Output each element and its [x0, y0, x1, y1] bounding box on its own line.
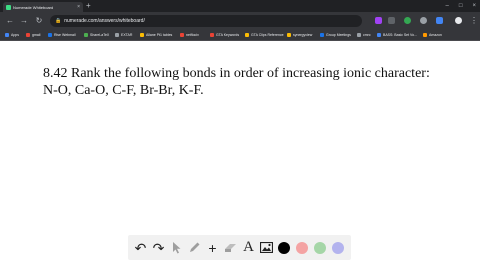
- extension-icon[interactable]: [375, 17, 382, 24]
- bookmark-icon: [320, 33, 324, 37]
- tab-title: Numerade Whiteboard: [13, 4, 54, 10]
- color-purple-swatch[interactable]: [332, 242, 344, 254]
- bookmark-icon: [140, 33, 144, 37]
- bookmark-gta-clips[interactable]: GTA Clips Reference: [245, 31, 284, 39]
- bookmark-synergyview[interactable]: synergyview: [287, 31, 312, 39]
- url-text[interactable]: numerade.com/answers/whiteboard/: [64, 18, 145, 24]
- image-icon[interactable]: [259, 240, 274, 255]
- bookmark-icon: [180, 33, 184, 37]
- profile-avatar[interactable]: [455, 17, 462, 24]
- bookmark-gta-keywords[interactable]: GTA Keywords: [210, 31, 239, 39]
- new-tab-button[interactable]: +: [86, 1, 91, 11]
- bookmark-tables[interactable]: Allane Pt1 tables: [140, 31, 172, 39]
- browser-tab[interactable]: Numerade Whiteboard ×: [3, 2, 83, 12]
- bookmarks-bar: Apps gmail Rise Webmail ShareLaTeX EXTAR…: [0, 30, 480, 41]
- whiteboard-toolbar: ↶ ↷ + A: [128, 235, 351, 260]
- pointer-icon[interactable]: [169, 240, 184, 255]
- window-controls: – □ ×: [446, 0, 476, 12]
- tab-bar: Numerade Whiteboard × + – □ ×: [0, 0, 480, 12]
- bookmark-icon: [377, 33, 381, 37]
- bookmark-rise-webmail[interactable]: Rise Webmail: [48, 31, 76, 39]
- bookmark-netflociv[interactable]: netflociv: [180, 31, 199, 39]
- minimize-icon[interactable]: –: [446, 3, 449, 9]
- color-green-swatch[interactable]: [314, 242, 326, 254]
- bookmark-icon: [210, 33, 214, 37]
- bookmark-amazon[interactable]: Amazon: [423, 31, 442, 39]
- lock-icon: 🔒: [55, 18, 62, 24]
- bookmark-bass[interactable]: BASS: Basic Set Vo...: [377, 31, 417, 39]
- sharelatex-icon: [84, 33, 88, 37]
- color-black-swatch[interactable]: [278, 242, 290, 254]
- extension-icon[interactable]: [436, 17, 443, 24]
- whiteboard-canvas[interactable]: 8.42 Rank the following bonds in order o…: [0, 41, 480, 260]
- apps-icon: [5, 33, 9, 37]
- bookmark-sharelatex[interactable]: ShareLaTeX: [84, 31, 109, 39]
- pen-icon[interactable]: [187, 240, 202, 255]
- bookmark-group-meetings[interactable]: Group Meetings: [320, 31, 351, 39]
- bookmark-cmrc[interactable]: cmrc: [357, 31, 371, 39]
- text-tool-icon[interactable]: A: [241, 240, 256, 255]
- close-window-icon[interactable]: ×: [472, 3, 476, 9]
- tab-close-icon[interactable]: ×: [77, 4, 80, 10]
- bookmark-apps[interactable]: Apps: [5, 31, 19, 39]
- problem-line-2: N-O, Ca-O, C-F, Br-Br, K-F.: [43, 83, 204, 98]
- bookmark-icon: [245, 33, 249, 37]
- problem-line-1: 8.42 Rank the following bonds in order o…: [43, 66, 430, 81]
- undo-icon[interactable]: ↶: [133, 240, 148, 255]
- browser-toolbar: ← → ↻ 🔒 numerade.com/answers/whiteboard/…: [0, 12, 480, 30]
- maximize-icon[interactable]: □: [459, 3, 463, 9]
- bookmark-gmail[interactable]: gmail: [26, 31, 40, 39]
- folder-icon: [357, 33, 361, 37]
- folder-icon: [115, 33, 119, 37]
- numerade-favicon-icon: [6, 4, 11, 10]
- forward-button[interactable]: →: [18, 15, 30, 27]
- color-red-swatch[interactable]: [296, 242, 308, 254]
- bookmark-icon: [287, 33, 291, 37]
- webmail-icon: [48, 33, 52, 37]
- reload-button[interactable]: ↻: [33, 15, 45, 27]
- back-button[interactable]: ←: [4, 15, 16, 27]
- amazon-icon: [423, 33, 427, 37]
- extension-icon[interactable]: [388, 17, 395, 24]
- extension-icon[interactable]: [404, 17, 411, 24]
- address-bar[interactable]: 🔒 numerade.com/answers/whiteboard/: [50, 15, 362, 27]
- bookmark-extar[interactable]: EXTAR: [115, 31, 132, 39]
- redo-icon[interactable]: ↷: [151, 240, 166, 255]
- eraser-icon[interactable]: [223, 240, 238, 255]
- gmail-icon: [26, 33, 30, 37]
- add-icon[interactable]: +: [205, 240, 220, 255]
- problem-text: 8.42 Rank the following bonds in order o…: [43, 65, 463, 99]
- browser-menu-icon[interactable]: ⋮: [470, 15, 478, 27]
- extension-icon[interactable]: [420, 17, 427, 24]
